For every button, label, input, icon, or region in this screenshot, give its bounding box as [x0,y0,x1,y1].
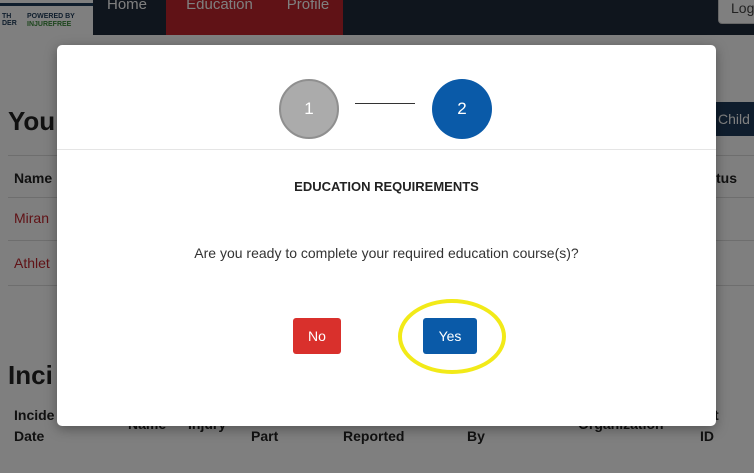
modal-title: EDUCATION REQUIREMENTS [294,179,479,194]
no-button[interactable]: No [293,318,341,354]
education-modal: 1 2 EDUCATION REQUIREMENTS Are you ready… [57,45,716,426]
highlight-circle [398,299,506,374]
modal-divider [57,149,716,150]
step-connector [355,103,415,104]
step-indicator-1: 1 [279,79,339,139]
modal-question: Are you ready to complete your required … [194,245,579,261]
step-indicator-2: 2 [432,79,492,139]
